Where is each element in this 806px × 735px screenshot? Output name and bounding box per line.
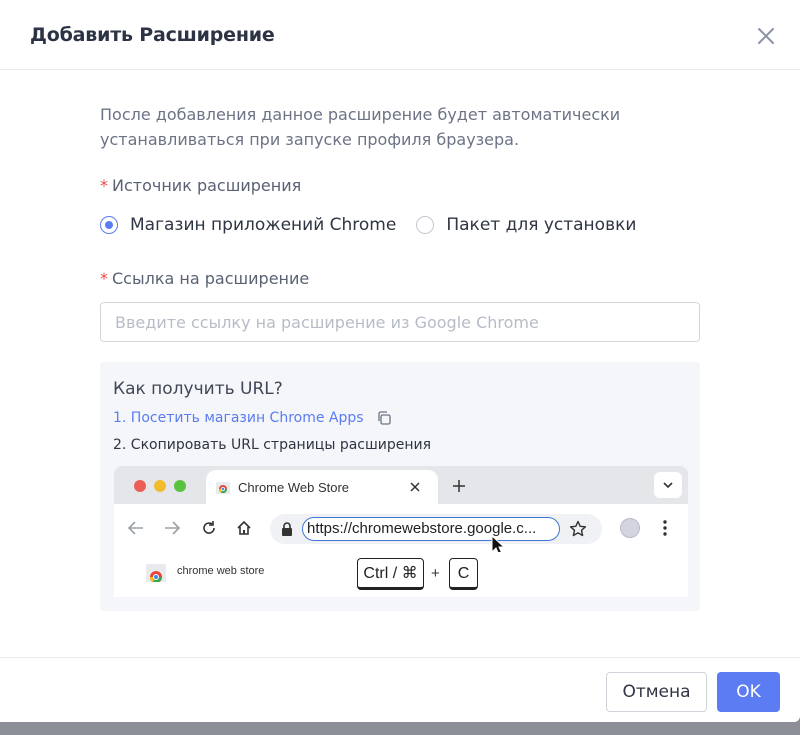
url-text: https://chromewebstore.google.c... (302, 517, 560, 541)
dialog-header: Добавить Расширение (0, 0, 800, 70)
source-label-text: Источник расширения (112, 176, 302, 195)
radio-install-package[interactable]: Пакет для установки (416, 215, 636, 235)
webstore-brand-text: chrome web store (177, 565, 265, 577)
dialog-footer: Отмена OK (0, 657, 800, 722)
close-icon (758, 28, 774, 44)
link-field-label: * Ссылка на расширение (100, 269, 309, 288)
chevron-down-icon (663, 482, 673, 489)
back-arrow-icon (128, 521, 143, 535)
browser-toolbar: https://chromewebstore.google.c... (114, 504, 688, 556)
dialog-description: После добавления данное расширение будет… (100, 105, 621, 149)
plus-sign: + (431, 565, 440, 582)
lock-icon (282, 522, 292, 536)
cancel-button[interactable]: Отмена (606, 672, 707, 712)
chrome-store-favicon (216, 482, 230, 494)
source-radio-group: Магазин приложений Chrome Пакет для уста… (100, 212, 656, 238)
extension-url-input[interactable] (100, 302, 700, 342)
radio-label: Магазин приложений Chrome (130, 215, 397, 235)
address-bar: https://chromewebstore.google.c... (270, 514, 602, 544)
reload-icon (203, 521, 215, 534)
copy-icon[interactable] (376, 410, 392, 426)
close-button[interactable] (752, 22, 780, 50)
tab-search-button (654, 472, 682, 498)
required-mark: * (100, 176, 108, 195)
star-icon (569, 520, 587, 537)
source-field-label: * Источник расширения (100, 176, 301, 195)
webstore-logo (146, 564, 166, 582)
window-minimize-dot (154, 480, 166, 492)
add-extension-dialog: Добавить Расширение После добавления дан… (0, 0, 800, 722)
visit-chrome-store-link[interactable]: 1. Посетить магазин Chrome Apps (113, 410, 392, 426)
required-mark: * (100, 269, 108, 288)
c-key: C (449, 558, 478, 590)
url-help-box: Как получить URL? 1. Посетить магазин Ch… (100, 362, 700, 611)
browser-illustration: Chrome Web Store https://chromewebstore.… (114, 466, 688, 597)
help-step1-text: 1. Посетить магазин Chrome Apps (113, 410, 364, 426)
forward-arrow-icon (165, 521, 180, 535)
help-step2: 2. Скопировать URL страницы расширения (113, 437, 432, 453)
backdrop (800, 0, 806, 735)
home-icon (237, 520, 251, 535)
window-close-dot (134, 480, 146, 492)
radio-unchecked-icon (416, 216, 435, 234)
profile-avatar (620, 518, 640, 538)
radio-label: Пакет для установки (446, 215, 637, 235)
ok-button[interactable]: OK (717, 672, 780, 712)
tab-close-icon (410, 482, 420, 492)
radio-checked-icon (100, 216, 118, 234)
radio-chrome-store[interactable]: Магазин приложений Chrome (100, 215, 396, 235)
more-menu-icon (663, 520, 667, 536)
link-label-text: Ссылка на расширение (112, 269, 310, 288)
window-maximize-dot (174, 480, 186, 492)
ctrl-cmd-key: Ctrl / ⌘ (357, 558, 424, 590)
browser-tab: Chrome Web Store (206, 470, 438, 504)
dialog-title: Добавить Расширение (30, 24, 275, 46)
new-tab-icon (453, 480, 465, 492)
help-title: Как получить URL? (113, 379, 283, 399)
tab-title: Chrome Web Store (238, 480, 350, 495)
